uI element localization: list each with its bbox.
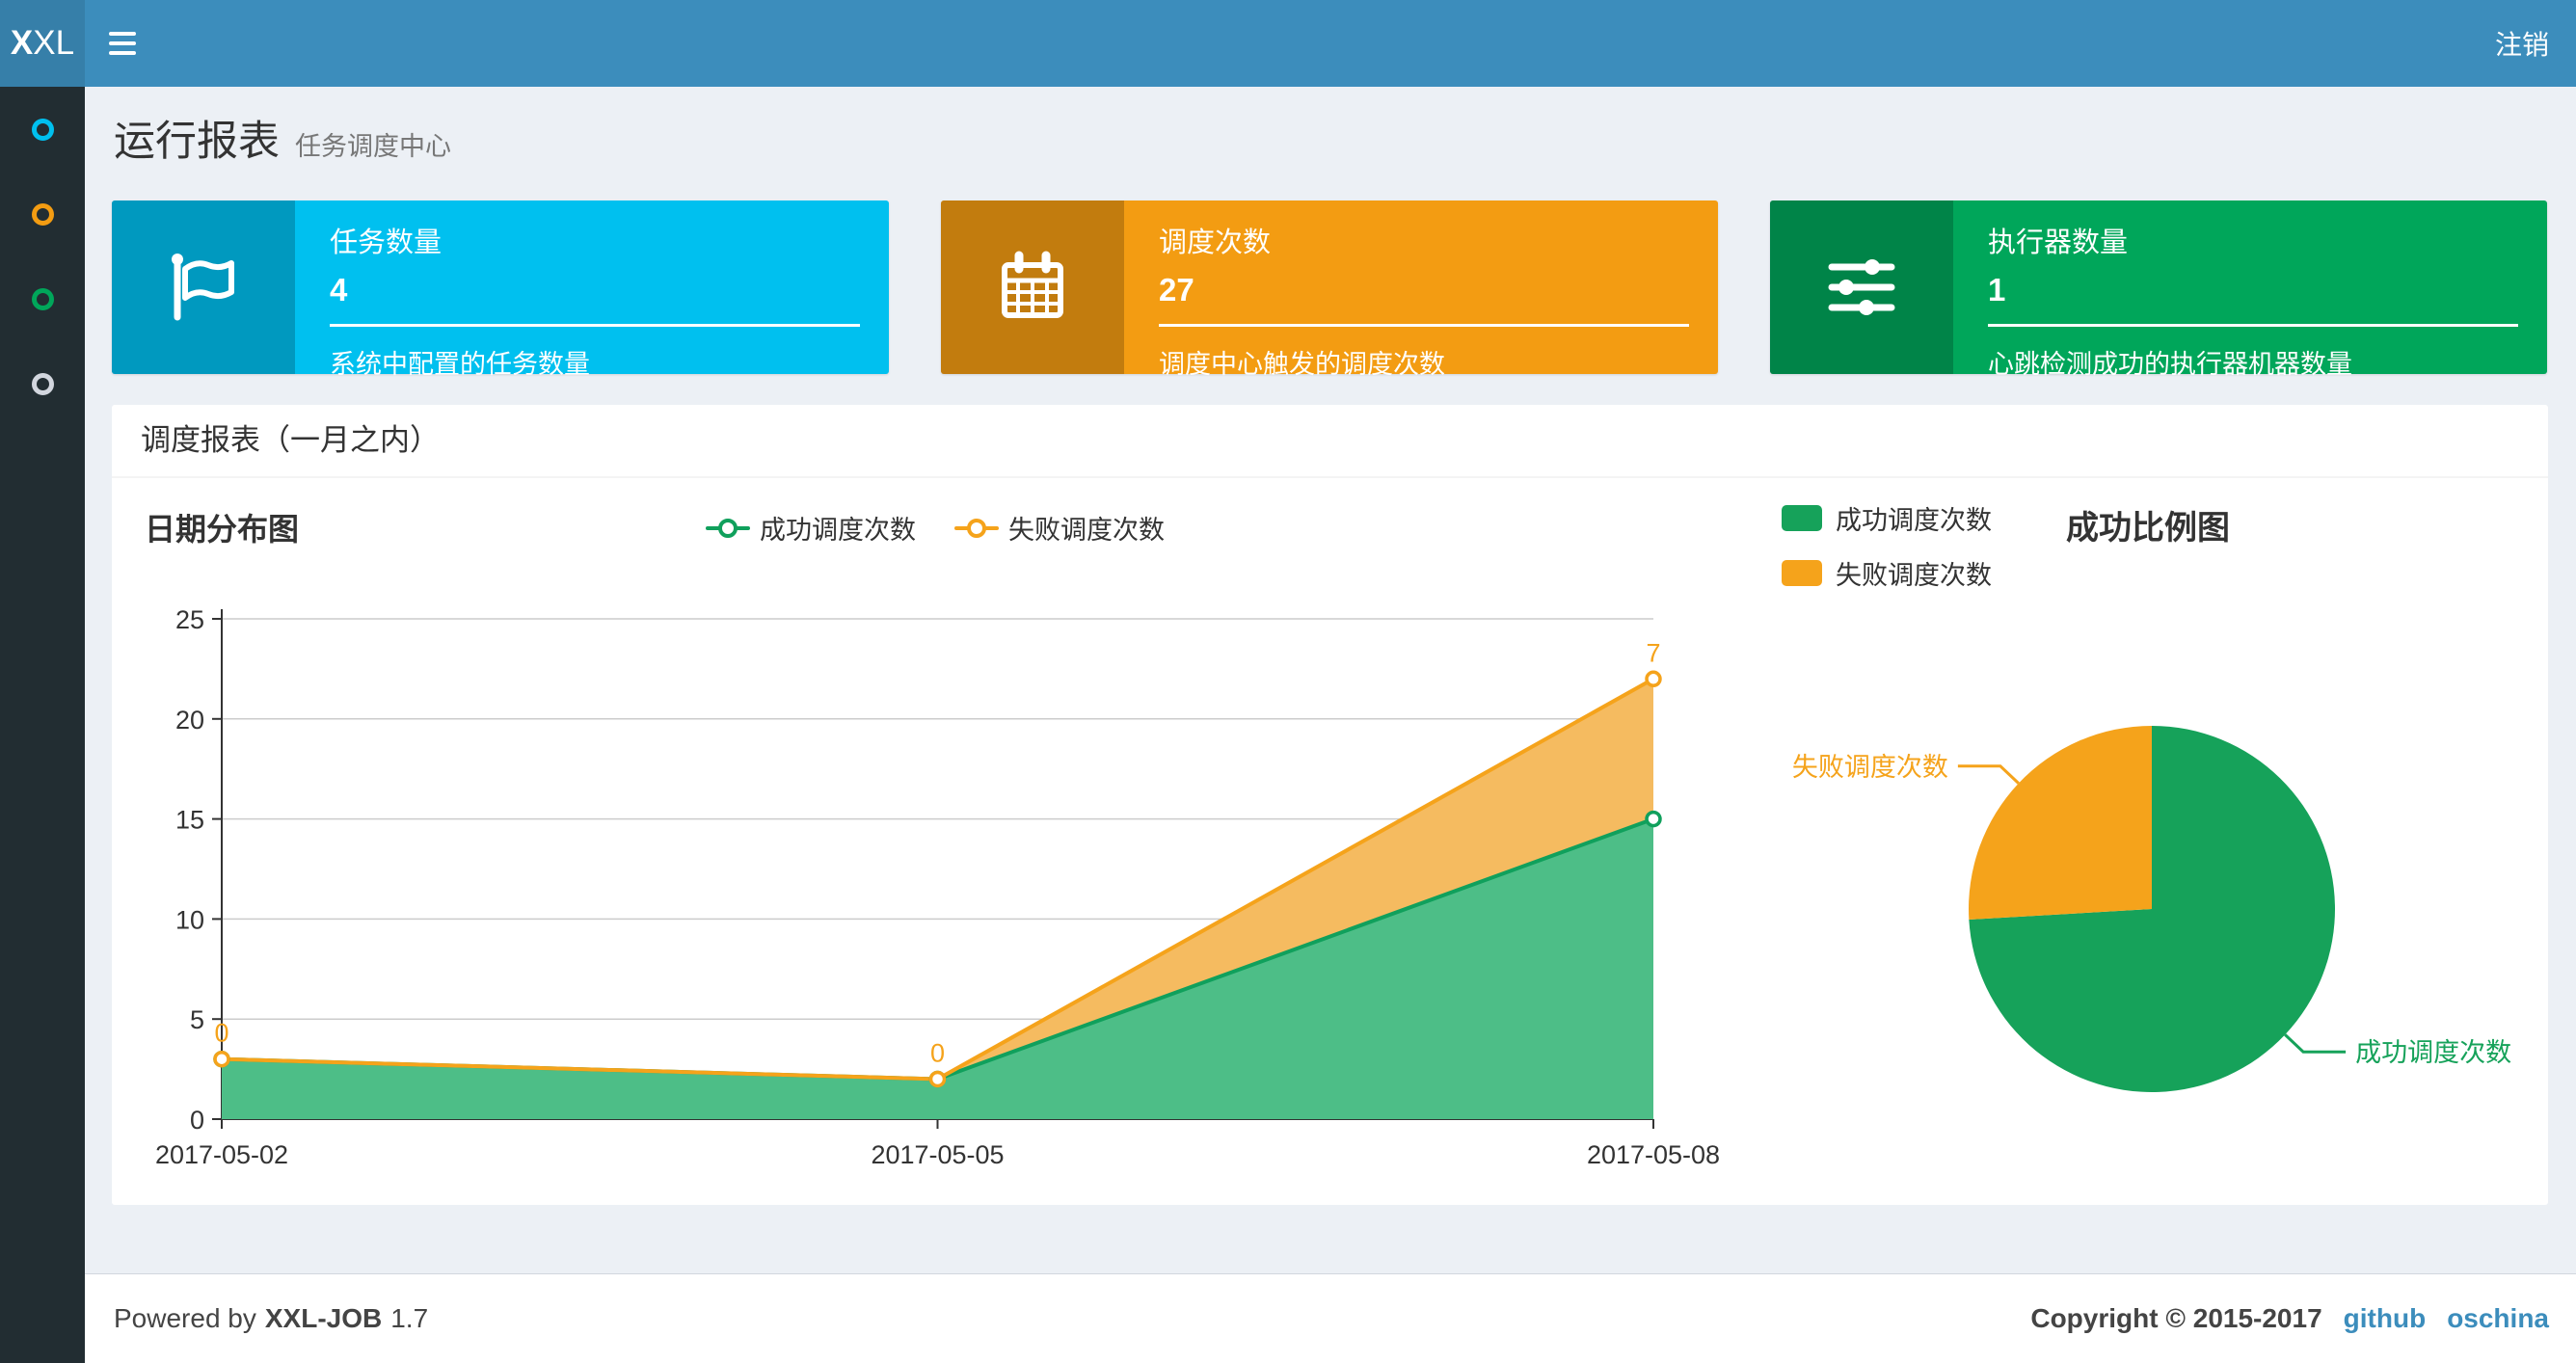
powered-prefix: Powered by xyxy=(114,1303,256,1333)
legend-item-success[interactable]: 成功调度次数 xyxy=(706,509,916,547)
legend-label: 成功调度次数 xyxy=(1836,506,1992,535)
github-link[interactable]: github xyxy=(2344,1303,2427,1334)
info-box-description: 心跳检测成功的执行器机器数量 xyxy=(1988,350,2352,379)
legend-label: 失败调度次数 xyxy=(1008,516,1165,545)
svg-text:15: 15 xyxy=(175,806,204,835)
app-logo[interactable]: X XL xyxy=(0,0,85,87)
svg-text:7: 7 xyxy=(1646,638,1660,667)
svg-text:10: 10 xyxy=(175,905,204,934)
success-ratio-pie-chart: 成功调度次数 失败调度次数 xyxy=(1792,726,2511,1092)
app-logo-rest: XL xyxy=(33,24,75,62)
divider xyxy=(330,324,860,327)
info-box-label: 任务数量 xyxy=(330,227,443,258)
info-box-label: 执行器数量 xyxy=(1988,227,2129,258)
line-series-marker-icon xyxy=(706,518,750,538)
flag-icon xyxy=(112,200,295,374)
info-box-jobs: 任务数量 4 系统中配置的任务数量 xyxy=(112,200,889,379)
product-version: 1.7 xyxy=(390,1303,429,1333)
circle-o-icon xyxy=(31,202,54,226)
svg-text:失败调度次数: 失败调度次数 xyxy=(1792,753,1948,782)
panel-body: 日期分布图 成功调度次数 失败调度次数 0 5 10 15 20 25 2017-05-02… xyxy=(112,478,2548,1205)
sidebar-item-1[interactable] xyxy=(0,87,85,172)
page-title: 运行报表 xyxy=(114,119,280,165)
info-box-value: 4 xyxy=(330,272,348,307)
svg-text:0: 0 xyxy=(214,1019,228,1048)
info-box-executors: 执行器数量 1 心跳检测成功的执行器机器数量 xyxy=(1770,200,2547,379)
app-logo-bold: X xyxy=(10,24,34,62)
info-box-content: 调度次数 27 调度中心触发的调度次数 xyxy=(1124,200,1718,379)
footer: Powered by XXL-JOB 1.7 Copyright © 2015-… xyxy=(85,1273,2576,1363)
product-name: XXL-JOB xyxy=(264,1303,383,1333)
calendar-icon xyxy=(941,200,1124,374)
top-navbar: X XL 注销 xyxy=(0,0,2576,87)
sidebar xyxy=(0,87,85,1363)
sidebar-item-4[interactable] xyxy=(0,341,85,426)
xxl-job-dashboard: X XL 注销 运行报表 任务调度中心 任务数量 4 系统中配置的任务数量 调度… xyxy=(0,0,2576,1363)
circle-o-icon xyxy=(31,118,54,141)
svg-text:2017-05-05: 2017-05-05 xyxy=(871,1140,1004,1169)
report-panel: 调度报表（一月之内） 日期分布图 成功调度次数 失败调度次数 0 5 10 15 20 2… xyxy=(112,405,2548,1205)
info-box-value: 1 xyxy=(1988,272,2006,307)
divider xyxy=(1988,324,2518,327)
line-series-marker-icon xyxy=(954,518,999,538)
sidebar-item-3[interactable] xyxy=(0,256,85,341)
line-chart-legend: 成功调度次数 失败调度次数 xyxy=(145,509,1726,547)
powered-by: Powered by XXL-JOB 1.7 xyxy=(114,1303,428,1334)
legend-label: 失败调度次数 xyxy=(1836,561,1992,590)
sidebar-toggle-button[interactable] xyxy=(85,0,160,87)
svg-text:成功调度次数: 成功调度次数 xyxy=(2355,1038,2511,1067)
divider xyxy=(1159,324,1689,327)
info-box-value: 27 xyxy=(1159,272,1194,307)
page-header: 运行报表 任务调度中心 xyxy=(114,108,451,168)
svg-text:20: 20 xyxy=(175,706,204,735)
info-box-triggers: 调度次数 27 调度中心触发的调度次数 xyxy=(941,200,1718,379)
circle-o-icon xyxy=(31,372,54,395)
info-box-content: 任务数量 4 系统中配置的任务数量 xyxy=(295,200,889,379)
info-box-label: 调度次数 xyxy=(1159,227,1272,258)
hamburger-icon xyxy=(109,51,136,55)
pie-chart-legend: 成功调度次数 失败调度次数 xyxy=(1782,499,1992,609)
hamburger-icon xyxy=(109,41,136,45)
hamburger-icon xyxy=(109,32,136,36)
svg-text:5: 5 xyxy=(190,1005,204,1034)
svg-text:2017-05-08: 2017-05-08 xyxy=(1587,1140,1720,1169)
copyright: Copyright © 2015-2017 xyxy=(2030,1303,2322,1333)
legend-label: 成功调度次数 xyxy=(760,516,916,545)
info-box-description: 系统中配置的任务数量 xyxy=(330,350,590,379)
svg-text:0: 0 xyxy=(930,1038,945,1067)
svg-text:25: 25 xyxy=(175,605,204,634)
pie-series-swatch-icon xyxy=(1782,505,1822,531)
oschina-link[interactable]: oschina xyxy=(2447,1303,2549,1334)
footer-right: Copyright © 2015-2017 github oschina xyxy=(2030,1303,2549,1334)
info-box-description: 调度中心触发的调度次数 xyxy=(1159,350,1445,379)
panel-title: 调度报表（一月之内） xyxy=(112,405,2548,478)
svg-text:0: 0 xyxy=(190,1106,204,1135)
date-distribution-chart: 05101520252017-05-02 2017-05-05 2017-05-08… xyxy=(155,605,1720,1169)
circle-o-icon xyxy=(31,287,54,310)
info-box-content: 执行器数量 1 心跳检测成功的执行器机器数量 xyxy=(1953,200,2547,379)
page-subtitle: 任务调度中心 xyxy=(295,132,451,161)
logout-link[interactable]: 注销 xyxy=(2468,0,2576,87)
legend-item-fail[interactable]: 失败调度次数 xyxy=(1782,554,1992,592)
pie-chart-title: 成功比例图 xyxy=(2066,510,2230,547)
sidebar-item-2[interactable] xyxy=(0,172,85,256)
pie-series-swatch-icon xyxy=(1782,560,1822,586)
legend-item-success[interactable]: 成功调度次数 xyxy=(1782,499,1992,537)
legend-item-fail[interactable]: 失败调度次数 xyxy=(954,509,1165,547)
svg-text:2017-05-02: 2017-05-02 xyxy=(155,1140,288,1169)
sliders-icon xyxy=(1770,200,1953,374)
